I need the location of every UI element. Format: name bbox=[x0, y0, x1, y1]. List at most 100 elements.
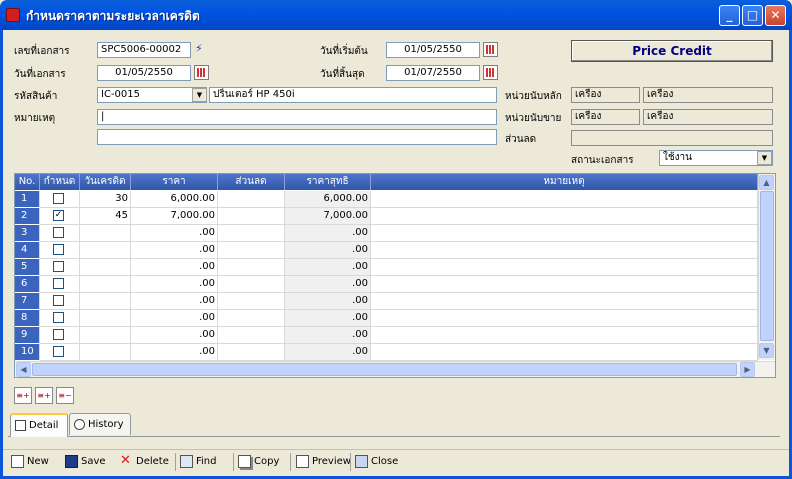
price-cell[interactable]: 7,000.00 bbox=[131, 208, 218, 225]
set-cell[interactable] bbox=[40, 225, 80, 242]
scroll-down-icon[interactable]: ▼ bbox=[759, 343, 774, 358]
price-cell[interactable]: 6,000.00 bbox=[131, 191, 218, 208]
tab-history[interactable]: History bbox=[69, 413, 131, 435]
set-checkbox[interactable]: ✓ bbox=[53, 210, 64, 221]
credit-days-cell[interactable] bbox=[80, 327, 131, 344]
credit-days-cell[interactable]: 30 bbox=[80, 191, 131, 208]
preview-button[interactable]: Preview bbox=[296, 454, 351, 472]
credit-days-cell[interactable]: 45 bbox=[80, 208, 131, 225]
set-checkbox[interactable] bbox=[53, 193, 64, 204]
set-checkbox[interactable] bbox=[53, 312, 64, 323]
vertical-scroll-thumb[interactable] bbox=[760, 191, 774, 341]
close-button[interactable]: Close bbox=[355, 454, 398, 472]
copy-button[interactable]: Copy bbox=[238, 454, 279, 472]
price-cell[interactable]: .00 bbox=[131, 310, 218, 327]
discount-cell[interactable] bbox=[218, 310, 285, 327]
vertical-scrollbar[interactable]: ▲ ▼ bbox=[758, 174, 775, 360]
net-price-cell[interactable]: 7,000.00 bbox=[285, 208, 371, 225]
note-cell[interactable] bbox=[371, 191, 758, 208]
set-cell[interactable] bbox=[40, 310, 80, 327]
credit-days-cell[interactable] bbox=[80, 344, 131, 361]
insert-row-icon[interactable]: ≡+ bbox=[14, 387, 32, 404]
credit-days-cell[interactable] bbox=[80, 310, 131, 327]
set-cell[interactable] bbox=[40, 327, 80, 344]
note-cell[interactable] bbox=[371, 293, 758, 310]
note-cell[interactable] bbox=[371, 310, 758, 327]
price-cell[interactable]: .00 bbox=[131, 225, 218, 242]
delete-button[interactable]: ✕ Delete bbox=[120, 454, 169, 472]
credit-days-cell[interactable] bbox=[80, 225, 131, 242]
credit-days-cell[interactable] bbox=[80, 276, 131, 293]
discount-cell[interactable] bbox=[218, 327, 285, 344]
save-button[interactable]: Save bbox=[65, 454, 106, 472]
discount-cell[interactable] bbox=[218, 225, 285, 242]
find-button[interactable]: Find bbox=[180, 454, 217, 472]
new-button[interactable]: New bbox=[11, 454, 49, 472]
chevron-down-icon[interactable]: ▼ bbox=[192, 88, 207, 102]
calendar-icon[interactable] bbox=[194, 65, 209, 80]
calendar-icon[interactable] bbox=[483, 65, 498, 80]
set-checkbox[interactable] bbox=[53, 295, 64, 306]
set-cell[interactable] bbox=[40, 242, 80, 259]
net-price-cell[interactable]: .00 bbox=[285, 276, 371, 293]
doc-no-input[interactable]: SPC5006-00002 bbox=[97, 42, 191, 58]
discount-cell[interactable] bbox=[218, 293, 285, 310]
delete-row-icon[interactable]: ≡− bbox=[56, 387, 74, 404]
set-cell[interactable]: ✓ bbox=[40, 208, 80, 225]
set-cell[interactable] bbox=[40, 276, 80, 293]
minimize-button[interactable]: _ bbox=[719, 5, 740, 26]
close-window-button[interactable]: ✕ bbox=[765, 5, 786, 26]
net-price-cell[interactable]: .00 bbox=[285, 242, 371, 259]
status-select[interactable]: ใช้งาน bbox=[659, 150, 773, 166]
note-cell[interactable] bbox=[371, 242, 758, 259]
set-cell[interactable] bbox=[40, 293, 80, 310]
set-cell[interactable] bbox=[40, 344, 80, 361]
discount-cell[interactable] bbox=[218, 276, 285, 293]
set-checkbox[interactable] bbox=[53, 346, 64, 357]
doc-date-input[interactable]: 01/05/2550 bbox=[97, 65, 191, 81]
credit-days-cell[interactable] bbox=[80, 242, 131, 259]
net-price-cell[interactable]: .00 bbox=[285, 225, 371, 242]
set-cell[interactable] bbox=[40, 191, 80, 208]
remark-input[interactable]: | bbox=[97, 109, 497, 125]
price-cell[interactable]: .00 bbox=[131, 344, 218, 361]
horizontal-scrollbar[interactable]: ◀ ▶ bbox=[15, 361, 775, 377]
credit-days-cell[interactable] bbox=[80, 259, 131, 276]
net-price-cell[interactable]: .00 bbox=[285, 344, 371, 361]
tab-detail[interactable]: Detail bbox=[10, 413, 68, 437]
horizontal-scroll-thumb[interactable] bbox=[32, 363, 737, 376]
maximize-button[interactable]: □ bbox=[742, 5, 763, 26]
discount-cell[interactable] bbox=[218, 344, 285, 361]
discount-cell[interactable] bbox=[218, 208, 285, 225]
note-cell[interactable] bbox=[371, 327, 758, 344]
net-price-cell[interactable]: .00 bbox=[285, 310, 371, 327]
remark-input-2[interactable] bbox=[97, 129, 497, 145]
set-checkbox[interactable] bbox=[53, 329, 64, 340]
net-price-cell[interactable]: .00 bbox=[285, 327, 371, 344]
scroll-up-icon[interactable]: ▲ bbox=[759, 175, 774, 190]
set-checkbox[interactable] bbox=[53, 261, 64, 272]
discount-cell[interactable] bbox=[218, 242, 285, 259]
net-price-cell[interactable]: .00 bbox=[285, 293, 371, 310]
note-cell[interactable] bbox=[371, 259, 758, 276]
set-checkbox[interactable] bbox=[53, 244, 64, 255]
product-code-input[interactable]: IC-0015 bbox=[97, 87, 207, 103]
set-checkbox[interactable] bbox=[53, 227, 64, 238]
note-cell[interactable] bbox=[371, 208, 758, 225]
add-row-icon[interactable]: ≡+ bbox=[35, 387, 53, 404]
scroll-right-icon[interactable]: ▶ bbox=[740, 362, 755, 377]
discount-cell[interactable] bbox=[218, 259, 285, 276]
scroll-left-icon[interactable]: ◀ bbox=[16, 362, 31, 377]
net-price-cell[interactable]: .00 bbox=[285, 259, 371, 276]
note-cell[interactable] bbox=[371, 276, 758, 293]
price-cell[interactable]: .00 bbox=[131, 242, 218, 259]
set-checkbox[interactable] bbox=[53, 278, 64, 289]
note-cell[interactable] bbox=[371, 344, 758, 361]
net-price-cell[interactable]: 6,000.00 bbox=[285, 191, 371, 208]
note-cell[interactable] bbox=[371, 225, 758, 242]
start-date-input[interactable]: 01/05/2550 bbox=[386, 42, 480, 58]
chevron-down-icon[interactable]: ▼ bbox=[757, 151, 772, 165]
price-cell[interactable]: .00 bbox=[131, 276, 218, 293]
credit-days-cell[interactable] bbox=[80, 293, 131, 310]
calendar-icon[interactable] bbox=[483, 42, 498, 57]
